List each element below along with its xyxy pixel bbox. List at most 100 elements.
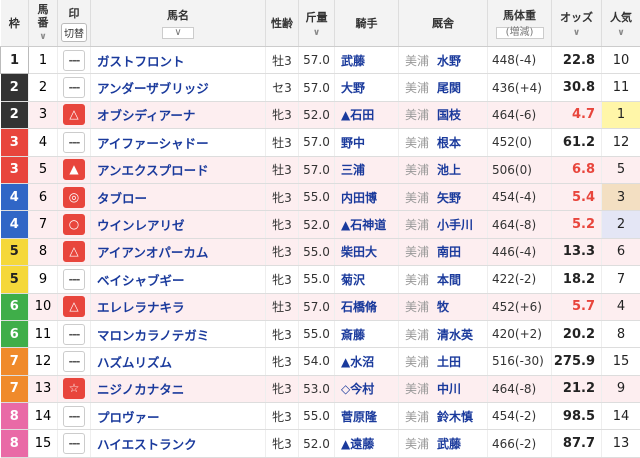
horse-name-link[interactable]: アイファーシャドー	[91, 129, 266, 156]
table-row[interactable]: 34---アイファーシャドー牡357.0野中美浦根本452(0)61.212	[1, 129, 640, 156]
table-row[interactable]: 35▲アンエクスプロード牡357.0三浦美浦池上506(0)6.85	[1, 156, 640, 183]
mark-cell[interactable]: ☆	[58, 375, 91, 402]
mark-cell[interactable]: ---	[58, 129, 91, 156]
trainer-link[interactable]: 南田	[437, 245, 461, 259]
mark-cell[interactable]: ---	[58, 348, 91, 375]
mark-cell[interactable]: ---	[58, 430, 91, 457]
mark-cell[interactable]: ---	[58, 74, 91, 101]
horse-name-link[interactable]: ニジノカナタニ	[91, 375, 266, 402]
mark-dash-icon[interactable]: ---	[63, 406, 85, 427]
chevron-down-icon[interactable]: ∨	[573, 28, 580, 38]
chevron-down-icon[interactable]: ∨	[39, 31, 46, 44]
jockey-link[interactable]: 内田博	[335, 183, 399, 210]
trainer-link[interactable]: 土田	[437, 355, 461, 369]
horse-name-link[interactable]: アイアンオパーカム	[91, 238, 266, 265]
trainer-link[interactable]: 水野	[437, 54, 461, 68]
horse-name-link[interactable]: ウインレアリゼ	[91, 211, 266, 238]
mark-red-triangle-outline-icon[interactable]: △	[63, 241, 85, 262]
trainer-link[interactable]: 牧	[437, 300, 449, 314]
jockey-link[interactable]: ▲石田	[335, 101, 399, 128]
mark-dash-icon[interactable]: ---	[63, 351, 85, 372]
table-row[interactable]: 11---ガストフロント牡357.0武藤美浦水野448(-4)22.810	[1, 47, 640, 74]
mark-cell[interactable]: △	[58, 293, 91, 320]
mark-cell[interactable]: ◎	[58, 183, 91, 210]
trainer-link[interactable]: 武藤	[437, 437, 461, 451]
mark-red-star-icon[interactable]: ☆	[63, 378, 85, 399]
mark-cell[interactable]: ▲	[58, 156, 91, 183]
chevron-down-icon[interactable]: ∨	[162, 27, 194, 39]
chevron-down-icon[interactable]: ∨	[313, 28, 320, 38]
table-row[interactable]: 59---ベイシャブギー牝355.0菊沢美浦本間422(-2)18.27	[1, 266, 640, 293]
horse-name-link[interactable]: アンダーザブリッジ	[91, 74, 266, 101]
mark-red-double-circle-icon[interactable]: ◎	[63, 187, 85, 208]
table-row[interactable]: 22---アンダーザブリッジセ357.0大野美浦尾関436(+4)30.811	[1, 74, 640, 101]
jockey-link[interactable]: 斎藤	[335, 320, 399, 347]
trainer-link[interactable]: 池上	[437, 163, 461, 177]
table-row[interactable]: 713☆ニジノカナタニ牝353.0◇今村美浦中川464(-8)21.29	[1, 375, 640, 402]
horse-name-link[interactable]: ベイシャブギー	[91, 266, 266, 293]
trainer-link[interactable]: 矢野	[437, 191, 461, 205]
header-waku[interactable]: 枠	[1, 0, 29, 47]
jockey-link[interactable]: 菅原隆	[335, 403, 399, 430]
weight-sort-button[interactable]: (増減)	[496, 27, 544, 39]
mark-red-triangle-outline-icon[interactable]: △	[63, 296, 85, 317]
chevron-down-icon[interactable]: ∨	[617, 28, 624, 38]
jockey-link[interactable]: 野中	[335, 129, 399, 156]
mark-dash-icon[interactable]: ---	[63, 324, 85, 345]
mark-cell[interactable]: ○	[58, 211, 91, 238]
header-popularity[interactable]: 人気 ∨	[602, 0, 640, 47]
mark-red-triangle-filled-icon[interactable]: ▲	[63, 159, 85, 180]
table-row[interactable]: 712---ハズムリズム牝354.0▲水沼美浦土田516(-30)275.915	[1, 348, 640, 375]
horse-name-link[interactable]: ガストフロント	[91, 47, 266, 74]
jockey-link[interactable]: 菊沢	[335, 266, 399, 293]
mark-dash-icon[interactable]: ---	[63, 77, 85, 98]
jockey-link[interactable]: ▲遠藤	[335, 430, 399, 457]
mark-cell[interactable]: ---	[58, 47, 91, 74]
mark-cell[interactable]: ---	[58, 403, 91, 430]
horse-name-link[interactable]: アンエクスプロード	[91, 156, 266, 183]
jockey-link[interactable]: ◇今村	[335, 375, 399, 402]
header-weight[interactable]: 馬体重 (増減)	[488, 0, 552, 47]
header-kinryo[interactable]: 斤量 ∨	[299, 0, 335, 47]
mark-dash-icon[interactable]: ---	[63, 50, 85, 71]
horse-name-link[interactable]: プロヴァー	[91, 403, 266, 430]
trainer-link[interactable]: 国枝	[437, 108, 461, 122]
jockey-link[interactable]: 大野	[335, 74, 399, 101]
horse-name-link[interactable]: エレレラナキラ	[91, 293, 266, 320]
header-name[interactable]: 馬名 ∨	[91, 0, 266, 47]
mark-dash-icon[interactable]: ---	[63, 132, 85, 153]
trainer-link[interactable]: 小手川	[437, 218, 473, 232]
mark-cell[interactable]: ---	[58, 320, 91, 347]
horse-name-link[interactable]: ハイエストランク	[91, 430, 266, 457]
table-row[interactable]: 46◎タブロー牝355.0内田博美浦矢野454(-4)5.43	[1, 183, 640, 210]
mark-cell[interactable]: ---	[58, 266, 91, 293]
table-row[interactable]: 814---プロヴァー牝355.0菅原隆美浦鈴木慎454(-2)98.514	[1, 403, 640, 430]
jockey-link[interactable]: 柴田大	[335, 238, 399, 265]
header-umaban[interactable]: 馬番 ∨	[29, 0, 58, 47]
jockey-link[interactable]: 石橋脩	[335, 293, 399, 320]
horse-name-link[interactable]: マロンカラノテガミ	[91, 320, 266, 347]
mark-toggle-button[interactable]: 切替	[61, 23, 87, 42]
horse-name-link[interactable]: オブシディアーナ	[91, 101, 266, 128]
mark-red-triangle-outline-icon[interactable]: △	[63, 104, 85, 125]
jockey-link[interactable]: 三浦	[335, 156, 399, 183]
table-row[interactable]: 47○ウインレアリゼ牝352.0▲石神道美浦小手川464(-8)5.22	[1, 211, 640, 238]
table-row[interactable]: 610△エレレラナキラ牡357.0石橋脩美浦牧452(+6)5.74	[1, 293, 640, 320]
mark-red-circle-icon[interactable]: ○	[63, 214, 85, 235]
table-row[interactable]: 815---ハイエストランク牝352.0▲遠藤美浦武藤466(-2)87.713	[1, 430, 640, 457]
trainer-link[interactable]: 清水英	[437, 328, 473, 342]
horse-name-link[interactable]: タブロー	[91, 183, 266, 210]
trainer-link[interactable]: 本間	[437, 273, 461, 287]
trainer-link[interactable]: 尾関	[437, 81, 461, 95]
table-row[interactable]: 58△アイアンオパーカム牝355.0柴田大美浦南田446(-4)13.36	[1, 238, 640, 265]
jockey-link[interactable]: ▲水沼	[335, 348, 399, 375]
mark-cell[interactable]: △	[58, 238, 91, 265]
jockey-link[interactable]: ▲石神道	[335, 211, 399, 238]
horse-name-link[interactable]: ハズムリズム	[91, 348, 266, 375]
trainer-link[interactable]: 根本	[437, 136, 461, 150]
mark-cell[interactable]: △	[58, 101, 91, 128]
mark-dash-icon[interactable]: ---	[63, 269, 85, 290]
table-row[interactable]: 611---マロンカラノテガミ牝355.0斎藤美浦清水英420(+2)20.28	[1, 320, 640, 347]
trainer-link[interactable]: 中川	[437, 382, 461, 396]
jockey-link[interactable]: 武藤	[335, 47, 399, 74]
